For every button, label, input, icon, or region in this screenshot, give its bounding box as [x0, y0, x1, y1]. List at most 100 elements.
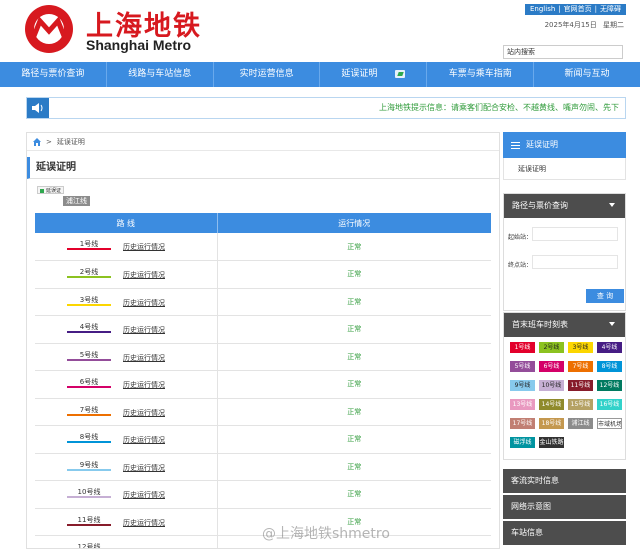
- home-icon[interactable]: [33, 137, 41, 146]
- speaker-icon: [27, 98, 49, 118]
- nav-item-lines-stations[interactable]: 线路与车站信息: [107, 62, 214, 87]
- sidebar-section-title: 延误证明: [526, 140, 558, 149]
- history-link[interactable]: 历史运行情况: [123, 242, 165, 252]
- date-display: 2025年4月15日 星期二: [541, 20, 624, 30]
- site-search-input[interactable]: 站内搜索: [503, 45, 623, 59]
- schedule-line-chip[interactable]: 12号线: [597, 380, 622, 391]
- sidebar: 延误证明 延误证明 路径与票价查询 起始站： 终点站： 查 询 首末班车时刻表 …: [503, 132, 626, 545]
- history-link[interactable]: 历史运行情况: [123, 408, 165, 418]
- logo-english-name: Shanghai Metro: [86, 37, 192, 53]
- status-cell: 正常: [217, 260, 491, 289]
- schedule-header[interactable]: 首末班车时刻表: [504, 313, 625, 337]
- schedule-line-chip[interactable]: 5号线: [510, 361, 535, 372]
- schedule-line-chip[interactable]: 15号线: [568, 399, 593, 410]
- table-row: 5号线 历史运行情况 正常: [35, 343, 491, 371]
- main-content: > 延误证明 延误证明 延误证 浦江线 路 线 运行情况 1号线 历史运行情况 正常…: [26, 132, 500, 549]
- sidebar-section-header: 延误证明: [503, 132, 626, 158]
- line-color-bar: [67, 523, 111, 526]
- schedule-line-chip[interactable]: 16号线: [597, 399, 622, 410]
- breadcrumb: > 延误证明: [27, 133, 499, 151]
- line-cell: 3号线 历史运行情况: [35, 288, 218, 316]
- homepage-link[interactable]: 官网首页: [564, 4, 592, 15]
- route-fare-header[interactable]: 路径与票价查询: [504, 194, 625, 218]
- page-title: 延误证明: [27, 157, 499, 179]
- table-row: 4号线 历史运行情况 正常: [35, 315, 491, 344]
- schedule-line-chip[interactable]: 1号线: [510, 342, 535, 353]
- route-fare-widget: 路径与票价查询 起始站： 终点站： 查 询: [503, 193, 626, 311]
- line-color-bar: [67, 441, 111, 443]
- table-row: 10号线 历史运行情况 正常: [35, 480, 491, 509]
- line-color-bar: [67, 276, 111, 278]
- schedule-line-chip[interactable]: 17号线: [510, 418, 535, 429]
- schedule-line-chip[interactable]: 8号线: [597, 361, 622, 372]
- history-link[interactable]: 历史运行情况: [123, 298, 165, 308]
- origin-label: 起始站：: [508, 234, 533, 241]
- line-color-bar: [67, 386, 111, 388]
- status-cell: 正常: [217, 453, 491, 481]
- schedule-line-chip[interactable]: 11号线: [568, 380, 593, 391]
- history-link[interactable]: 历史运行情况: [123, 435, 165, 445]
- top-links-separator: |: [558, 5, 561, 13]
- nav-item-realtime[interactable]: 实时运营信息: [214, 62, 321, 87]
- nav-item-route-fare[interactable]: 路径与票价查询: [0, 62, 107, 87]
- schedule-line-chip[interactable]: 7号线: [568, 361, 593, 372]
- history-link[interactable]: 历史运行情况: [123, 353, 165, 363]
- line-cell: 10号线 历史运行情况: [35, 480, 218, 509]
- date-text: 2025年4月15日: [544, 21, 597, 29]
- line-color-bar: [67, 468, 111, 471]
- delay-legend: 延误证: [37, 185, 499, 194]
- line-name: 12号线: [77, 543, 101, 549]
- metro-logo-icon[interactable]: [24, 4, 74, 54]
- line-cell: 5号线 历史运行情况: [35, 343, 218, 371]
- history-link[interactable]: 历史运行情况: [123, 270, 165, 280]
- chevron-down-icon: [609, 322, 615, 326]
- query-button[interactable]: 查 询: [586, 289, 624, 303]
- first-last-train-widget: 首末班车时刻表 1号线 2号线 3号线 4号线 5号线 6号线 7号线 8号线 9号线 10号线 1…: [503, 312, 626, 460]
- line-cell: 11号线 历史运行情况: [35, 508, 218, 536]
- status-cell: 正常: [217, 398, 491, 426]
- breadcrumb-current[interactable]: 延误证明: [57, 133, 85, 151]
- schedule-line-chip[interactable]: 金山铁路: [539, 437, 564, 448]
- status-cell: 正常: [217, 343, 491, 371]
- line-cell: 7号线 历史运行情况: [35, 398, 218, 426]
- top-links: English | 官网首页 | 无障碍: [525, 4, 626, 15]
- history-link[interactable]: 历史运行情况: [123, 518, 165, 528]
- schedule-line-chip[interactable]: 6号线: [539, 361, 564, 372]
- line-color-bar: [67, 303, 111, 306]
- sidebar-link-network-map[interactable]: 网络示意图: [503, 495, 626, 519]
- schedule-line-chip[interactable]: 市域机场线: [597, 418, 622, 429]
- status-cell: 正常: [217, 425, 491, 454]
- schedule-line-chip[interactable]: 10号线: [539, 380, 564, 391]
- schedule-line-chip[interactable]: 13号线: [510, 399, 535, 410]
- schedule-title: 首末班车时刻表: [512, 320, 568, 329]
- nav-item-tickets-guide[interactable]: 车票与乘车指南: [427, 62, 535, 87]
- nav-item-delay-proof[interactable]: 延误证明: [320, 62, 428, 87]
- english-link[interactable]: English: [530, 4, 555, 15]
- history-link[interactable]: 历史运行情况: [123, 380, 165, 390]
- schedule-line-chip[interactable]: 3号线: [568, 342, 593, 353]
- schedule-line-chip[interactable]: 磁浮线: [510, 437, 535, 448]
- sidebar-link-passenger-flow[interactable]: 客流实时信息: [503, 469, 626, 493]
- status-cell: 正常: [217, 233, 491, 261]
- schedule-line-chip[interactable]: 14号线: [539, 399, 564, 410]
- weekday-text: 星期二: [603, 21, 624, 29]
- history-link[interactable]: 历史运行情况: [123, 325, 165, 335]
- status-cell: 正常: [217, 480, 491, 509]
- top-links-separator: |: [594, 5, 597, 13]
- nav-item-news[interactable]: 新闻与互动: [534, 62, 640, 87]
- table-header-row: 路 线 运行情况: [35, 213, 491, 233]
- schedule-line-chip[interactable]: 4号线: [597, 342, 622, 353]
- schedule-line-chip[interactable]: 18号线: [539, 418, 564, 429]
- accessibility-link[interactable]: 无障碍: [600, 4, 621, 15]
- history-link[interactable]: 历史运行情况: [123, 490, 165, 500]
- origin-station-input[interactable]: [532, 227, 618, 241]
- schedule-line-chip[interactable]: 浦江线: [568, 418, 593, 429]
- notice-text: 上海地铁提示信息：请乘客们配合安检、不越黄线、嘴声勿闹、先下: [379, 103, 619, 112]
- destination-station-input[interactable]: [532, 255, 618, 269]
- sidebar-item-delay-proof[interactable]: 延误证明: [503, 158, 626, 180]
- chevron-down-icon: [609, 203, 615, 207]
- history-link[interactable]: 历史运行情况: [123, 463, 165, 473]
- sidebar-link-station-info[interactable]: 车站信息: [503, 521, 626, 545]
- schedule-line-chip[interactable]: 9号线: [510, 380, 535, 391]
- schedule-line-chip[interactable]: 2号线: [539, 342, 564, 353]
